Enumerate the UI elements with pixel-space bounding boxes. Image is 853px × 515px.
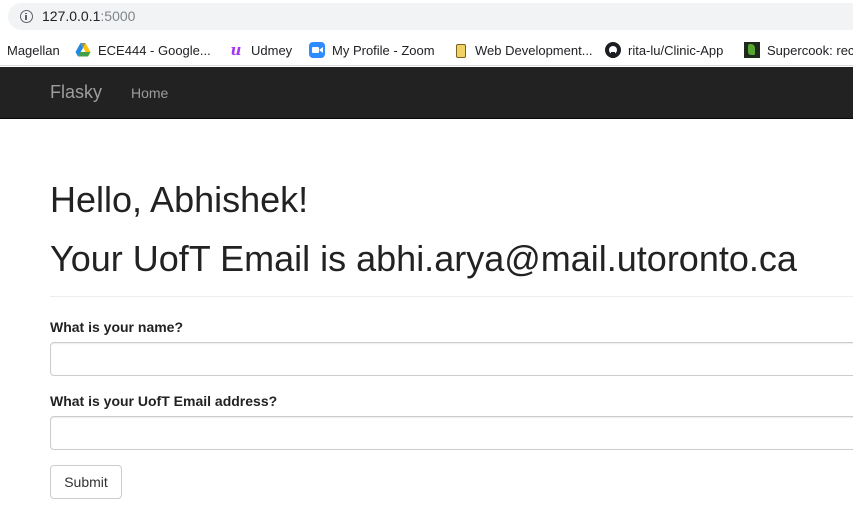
bookmark-label: Supercook: rec — [767, 42, 853, 58]
bookmarks-bar: Magellan ECE444 - Google... u Udmey My P… — [0, 34, 853, 66]
header-divider — [50, 296, 853, 297]
email-heading: Your UofT Email is abhi.arya@mail.utoron… — [50, 238, 797, 279]
udemy-icon: u — [230, 41, 242, 59]
submit-button[interactable]: Submit — [50, 465, 122, 499]
name-label: What is your name? — [50, 319, 184, 335]
info-icon[interactable] — [20, 10, 33, 23]
bookmark-label: Web Development... — [475, 42, 593, 58]
bookmark-udemy[interactable]: u Udmey — [228, 40, 293, 60]
bookmark-label: My Profile - Zoom — [332, 42, 435, 58]
bookmark-label: ECE444 - Google... — [98, 42, 211, 58]
address-bar: 127.0.0.1:5000 — [0, 0, 853, 34]
bookmark-supercook[interactable]: Supercook: rec — [744, 40, 853, 60]
name-input[interactable] — [50, 342, 853, 376]
greeting-heading: Hello, Abhishek! — [50, 179, 309, 220]
navbar-brand[interactable]: Flasky — [50, 82, 102, 103]
bookmark-web-development[interactable]: Web Development... — [452, 40, 593, 60]
email-input[interactable] — [50, 416, 853, 450]
bookmark-zoom[interactable]: My Profile - Zoom — [309, 40, 435, 60]
web-dev-icon — [452, 42, 468, 58]
zoom-icon — [309, 42, 325, 58]
url-field[interactable]: 127.0.0.1:5000 — [8, 3, 853, 30]
bookmark-magellan[interactable]: Magellan — [7, 40, 60, 60]
bookmark-ece444[interactable]: ECE444 - Google... — [75, 40, 211, 60]
email-label: What is your UofT Email address? — [50, 393, 278, 409]
github-icon — [605, 42, 621, 58]
bookmark-label: Udmey — [251, 42, 293, 58]
navbar: Flasky Home — [0, 67, 853, 119]
url-text[interactable]: 127.0.0.1:5000 — [42, 8, 135, 24]
google-drive-icon — [75, 42, 91, 58]
nav-home-link[interactable]: Home — [131, 85, 168, 101]
bookmark-label: Magellan — [7, 42, 60, 58]
bookmark-clinic-app[interactable]: rita-lu/Clinic-App — [605, 40, 723, 60]
supercook-icon — [744, 42, 760, 58]
bookmark-label: rita-lu/Clinic-App — [628, 42, 724, 58]
